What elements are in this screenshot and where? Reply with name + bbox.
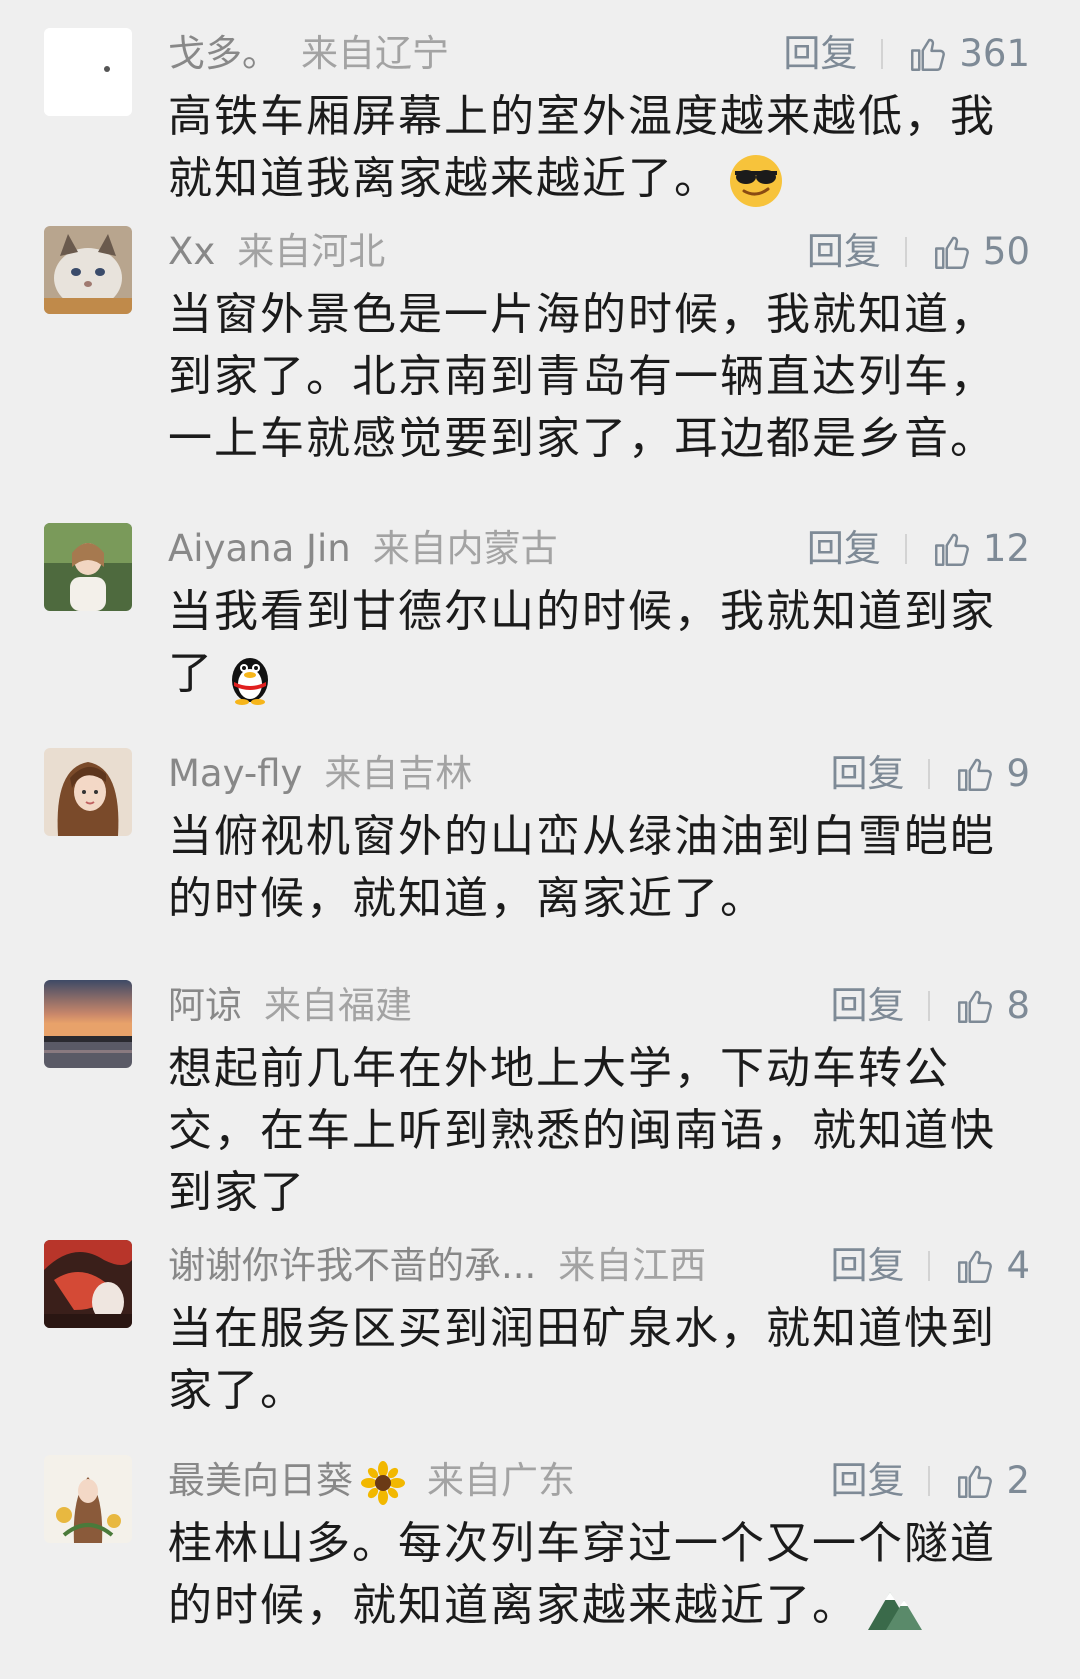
reply-button[interactable]: 回复: [807, 523, 881, 575]
sunset-avatar-image: [44, 980, 132, 1068]
red-hair-avatar-image: [44, 1240, 132, 1328]
comment-body: 高铁车厢屏幕上的室外温度越来越低，我就知道我离家越来越近了。: [168, 91, 996, 204]
divider: [904, 237, 907, 267]
avatar[interactable]: [44, 980, 132, 1068]
like-count: 4: [1006, 1244, 1030, 1287]
like-button[interactable]: 50: [931, 226, 1030, 278]
thumbs-up-icon: [958, 1250, 993, 1283]
thumbs-up-icon: [958, 1465, 993, 1498]
comment-meta: Aiyana Jin 来自内蒙古 回复 12: [168, 523, 1030, 575]
like-count: 50: [982, 230, 1030, 273]
username[interactable]: 戈多。: [168, 28, 279, 80]
divider: [904, 534, 907, 564]
mountain-emoji-icon: [864, 1578, 924, 1638]
region-label: 来自内蒙古: [372, 527, 558, 570]
reply-button[interactable]: 回复: [830, 1455, 904, 1507]
comment-meta: 谢谢你许我不啬的承... 来自江西 回复 4: [168, 1240, 1030, 1292]
comment-text: 高铁车厢屏幕上的室外温度越来越低，我就知道我离家越来越近了。: [168, 86, 1028, 211]
region-label: 来自福建: [264, 984, 412, 1027]
comment-meta: 最美向日葵 来自广东 回复 2: [168, 1455, 1030, 1507]
like-button[interactable]: 361: [907, 28, 1030, 80]
avatar[interactable]: [44, 226, 132, 314]
region-label: 来自江西: [558, 1244, 707, 1287]
girl-avatar-image: [44, 523, 132, 611]
comment-text: 桂林山多。每次列车穿过一个又一个隧道的时候，就知道离家越来越近了。: [168, 1513, 1028, 1638]
region-label: 来自广东: [427, 1459, 575, 1502]
thumbs-up-icon: [958, 758, 993, 791]
reply-button[interactable]: 回复: [807, 226, 881, 278]
like-button[interactable]: 2: [954, 1455, 1030, 1507]
reply-button[interactable]: 回复: [830, 1240, 904, 1292]
avatar[interactable]: [44, 1455, 132, 1543]
like-count: 361: [959, 32, 1030, 75]
like-count: 12: [982, 527, 1030, 570]
reply-button[interactable]: 回复: [830, 748, 904, 800]
comment-list: 戈多。 来自辽宁 回复 361 高铁车厢屏幕上的室外温度越来越低，我就知道我离家…: [0, 0, 1080, 1679]
thumbs-up-icon: [958, 990, 993, 1023]
avatar-image: [44, 28, 132, 116]
like-button[interactable]: 9: [954, 748, 1030, 800]
like-button[interactable]: 12: [931, 523, 1030, 575]
username[interactable]: Xx: [168, 226, 215, 278]
flower-girl-avatar-image: [44, 1455, 132, 1543]
comment-text: 当我看到甘德尔山的时候，我就知道到家了: [168, 581, 1028, 706]
avatar[interactable]: [44, 523, 132, 611]
avatar[interactable]: [44, 1240, 132, 1328]
like-button[interactable]: 8: [954, 980, 1030, 1032]
avatar[interactable]: [44, 28, 132, 116]
username-text: 最美向日葵: [168, 1459, 353, 1502]
sunglasses-emoji-icon: [726, 151, 786, 211]
like-count: 9: [1006, 752, 1030, 795]
divider: [928, 1466, 931, 1496]
comment-text: 当窗外景色是一片海的时候，我就知道，到家了。北京南到青岛有一辆直达列车，一上车就…: [168, 289, 996, 464]
like-button[interactable]: 4: [954, 1240, 1030, 1292]
username[interactable]: 谢谢你许我不啬的承...: [168, 1240, 536, 1292]
like-count: 8: [1006, 984, 1030, 1027]
divider: [881, 39, 884, 69]
comment-text: 当俯视机窗外的山峦从绿油油到白雪皑皑的时候，就知道，离家近了。: [168, 811, 996, 924]
avatar[interactable]: [44, 748, 132, 836]
comment-meta: May-fly 来自吉林 回复 9: [168, 748, 1030, 800]
divider: [928, 991, 931, 1021]
reply-button[interactable]: 回复: [783, 28, 857, 80]
username[interactable]: 阿谅: [168, 980, 242, 1032]
region-label: 来自辽宁: [301, 32, 449, 75]
comment-meta: 戈多。 来自辽宁 回复 361: [168, 28, 1030, 80]
comment-body: 当我看到甘德尔山的时候，我就知道到家了: [168, 586, 996, 699]
thumbs-up-icon: [911, 38, 946, 71]
username[interactable]: May-fly: [168, 748, 302, 800]
username[interactable]: 最美向日葵: [168, 1455, 405, 1507]
username[interactable]: Aiyana Jin: [168, 523, 351, 575]
cat-avatar-image: [44, 226, 132, 314]
reply-button[interactable]: 回复: [830, 980, 904, 1032]
divider: [928, 759, 931, 789]
thumbs-up-icon: [934, 236, 969, 269]
sunflower-emoji-icon: [361, 1460, 405, 1505]
divider: [928, 1251, 931, 1281]
region-label: 来自吉林: [324, 752, 473, 795]
like-count: 2: [1006, 1459, 1030, 1502]
region-label: 来自河北: [237, 230, 386, 273]
comment-meta: Xx 来自河北 回复 50: [168, 226, 1030, 278]
comment-text: 当在服务区买到润田矿泉水，就知道快到家了。: [168, 1303, 996, 1416]
comment-text: 想起前几年在外地上大学，下动车转公交，在车上听到熟悉的闽南语，就知道快到家了: [168, 1043, 996, 1218]
comment-meta: 阿谅 来自福建 回复 8: [168, 980, 1030, 1032]
thumbs-up-icon: [934, 533, 969, 566]
woman-avatar-image: [44, 748, 132, 836]
penguin-emoji-icon: [220, 646, 280, 706]
